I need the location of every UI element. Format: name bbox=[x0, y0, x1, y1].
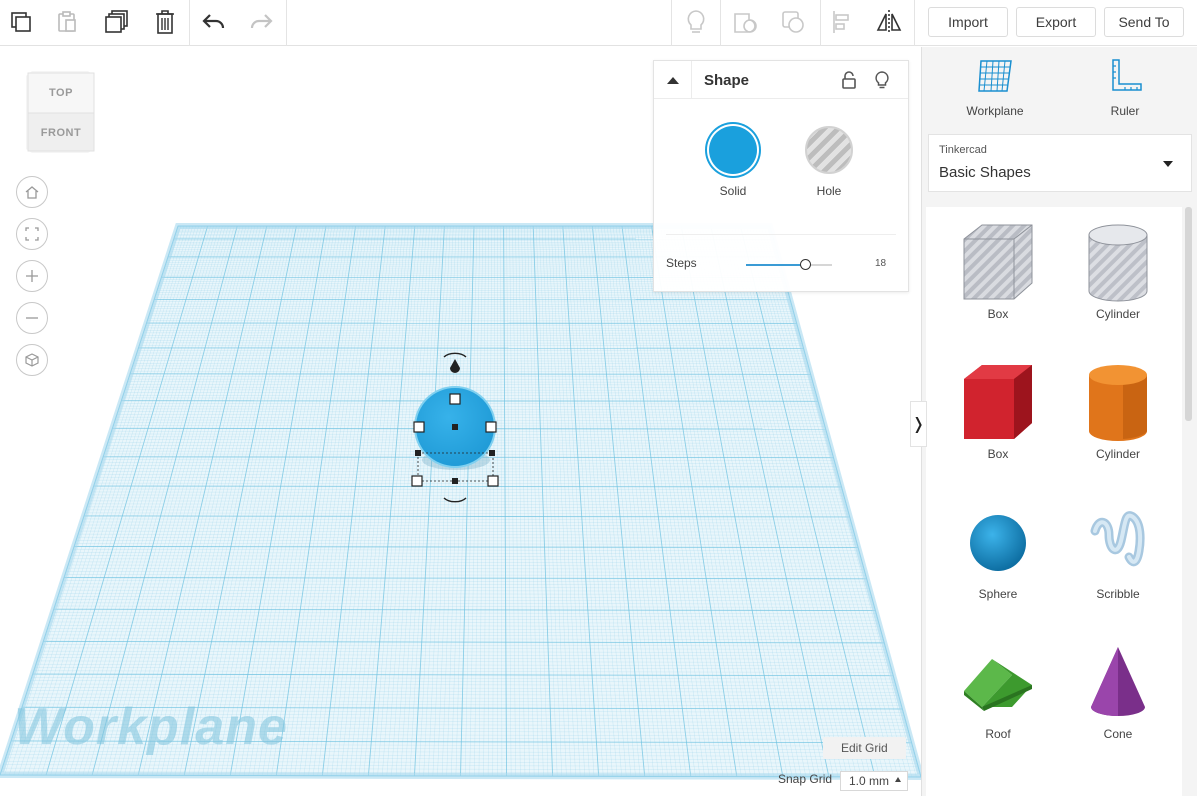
copy-icon[interactable] bbox=[4, 5, 38, 39]
undo-icon[interactable] bbox=[197, 5, 231, 39]
toolbar-divider bbox=[286, 0, 287, 46]
hole-icon[interactable] bbox=[728, 5, 762, 39]
scribble-icon bbox=[1058, 501, 1178, 585]
show-all-icon[interactable] bbox=[679, 5, 713, 39]
library-name: Basic Shapes bbox=[939, 164, 1031, 181]
fit-view-button[interactable] bbox=[16, 218, 48, 250]
home-view-button[interactable] bbox=[16, 176, 48, 208]
delete-icon[interactable] bbox=[148, 5, 182, 39]
shape-item-label: Cone bbox=[1103, 727, 1133, 741]
zoom-in-icon bbox=[26, 270, 38, 282]
home-view-icon bbox=[25, 186, 39, 199]
lock-icon[interactable] bbox=[838, 69, 860, 91]
cylinder-icon bbox=[1058, 361, 1178, 445]
steps-slider-thumb[interactable] bbox=[800, 259, 812, 270]
collapse-inspector-button[interactable] bbox=[654, 61, 692, 99]
toolbar-divider bbox=[189, 0, 190, 46]
group-icon[interactable] bbox=[776, 5, 810, 39]
shape-inspector: Shape Solid Hole Steps 18 bbox=[653, 60, 909, 292]
workplane-watermark: Workplane bbox=[14, 698, 288, 756]
shape-item-label: Box bbox=[987, 307, 1009, 321]
shape-item-cylinder[interactable]: Cylinder bbox=[1058, 361, 1178, 491]
shape-item-label: Box bbox=[987, 447, 1009, 461]
snap-grid-value: 1.0 mm bbox=[849, 774, 890, 788]
snap-grid-label: Snap Grid bbox=[778, 772, 833, 786]
shape-item-sphere[interactable]: Sphere bbox=[938, 501, 1058, 631]
zoom-in-button[interactable] bbox=[16, 260, 48, 292]
shape-list-scrollbar[interactable] bbox=[1185, 207, 1192, 421]
shape-library-select[interactable]: Tinkercad Basic Shapes bbox=[928, 134, 1192, 192]
shape-item-label: Cylinder bbox=[1095, 447, 1140, 461]
inspector-header: Shape bbox=[654, 61, 908, 99]
cone-icon bbox=[1058, 641, 1178, 725]
shape-item-label: Sphere bbox=[978, 587, 1018, 601]
edit-grid-button[interactable]: Edit Grid bbox=[823, 737, 906, 759]
ruler-tool-label: Ruler bbox=[1110, 104, 1140, 118]
box-hole-icon bbox=[938, 221, 1058, 305]
shape-item-label: Cylinder bbox=[1095, 307, 1140, 321]
view-cube-top-label[interactable]: TOP bbox=[24, 87, 98, 99]
workplane-tool-label: Workplane bbox=[966, 104, 1024, 118]
hole-label: Hole bbox=[816, 184, 842, 198]
inspector-divider bbox=[666, 234, 896, 235]
shape-item-scribble[interactable]: Scribble bbox=[1058, 501, 1178, 631]
steps-label: Steps bbox=[666, 256, 697, 270]
chevron-down-icon bbox=[1163, 161, 1173, 167]
steps-value[interactable]: 18 bbox=[875, 258, 886, 269]
paste-icon[interactable] bbox=[50, 5, 84, 39]
ruler-icon bbox=[1112, 59, 1142, 91]
send-to-button[interactable]: Send To bbox=[1104, 7, 1184, 37]
export-button[interactable]: Export bbox=[1016, 7, 1096, 37]
steps-slider-fill bbox=[746, 264, 807, 266]
view-cube[interactable]: TOP FRONT bbox=[24, 71, 98, 153]
solid-color-swatch[interactable] bbox=[709, 126, 757, 174]
collapse-panel-button[interactable]: ❭ bbox=[910, 401, 927, 447]
library-source: Tinkercad bbox=[939, 144, 987, 156]
roof-icon bbox=[938, 641, 1058, 725]
top-toolbar: Import Export Send To bbox=[0, 0, 1197, 46]
import-button[interactable]: Import bbox=[928, 7, 1008, 37]
align-icon[interactable] bbox=[824, 5, 858, 39]
cylinder-hole-icon bbox=[1058, 221, 1178, 305]
toolbar-divider bbox=[720, 0, 721, 46]
shape-item-cone[interactable]: Cone bbox=[1058, 641, 1178, 771]
shape-item-box[interactable]: Box bbox=[938, 361, 1058, 491]
ruler-tool[interactable]: Ruler bbox=[1080, 57, 1170, 118]
shape-item-roof[interactable]: Roof bbox=[938, 641, 1058, 771]
zoom-out-icon bbox=[26, 317, 38, 319]
duplicate-icon[interactable] bbox=[100, 5, 134, 39]
shape-item-label: Roof bbox=[985, 727, 1011, 741]
shape-item-label: Scribble bbox=[1096, 587, 1140, 601]
ortho-view-icon bbox=[25, 353, 39, 367]
caret-up-icon bbox=[666, 77, 679, 84]
toolbar-divider bbox=[671, 0, 672, 46]
workplane-tool[interactable]: Workplane bbox=[950, 57, 1040, 118]
box-icon bbox=[938, 361, 1058, 445]
lightbulb-icon[interactable] bbox=[871, 69, 893, 91]
view-cube-front-label[interactable]: FRONT bbox=[24, 127, 98, 139]
solid-label: Solid bbox=[719, 184, 747, 198]
mirror-icon[interactable] bbox=[872, 5, 906, 39]
fit-view-icon bbox=[25, 227, 39, 241]
right-panel: Workplane Ruler Tinkercad Basic Shapes B… bbox=[921, 47, 1197, 796]
shape-list: Box Cylinder Box Cylinder Sphere Scribble Roof… bbox=[926, 207, 1182, 796]
sphere-icon bbox=[938, 501, 1058, 585]
inspector-title: Shape bbox=[704, 72, 750, 89]
caret-up-icon bbox=[895, 777, 901, 782]
workplane-icon bbox=[978, 60, 1012, 92]
hole-swatch[interactable] bbox=[805, 126, 853, 174]
snap-grid-select[interactable]: 1.0 mm bbox=[840, 771, 908, 791]
steps-slider[interactable] bbox=[746, 259, 832, 270]
redo-icon[interactable] bbox=[244, 5, 278, 39]
toolbar-divider bbox=[914, 0, 915, 46]
shape-item-box[interactable]: Box bbox=[938, 221, 1058, 351]
ortho-view-button[interactable] bbox=[16, 344, 48, 376]
toolbar-divider bbox=[820, 0, 821, 46]
zoom-out-button[interactable] bbox=[16, 302, 48, 334]
shape-item-cylinder[interactable]: Cylinder bbox=[1058, 221, 1178, 351]
